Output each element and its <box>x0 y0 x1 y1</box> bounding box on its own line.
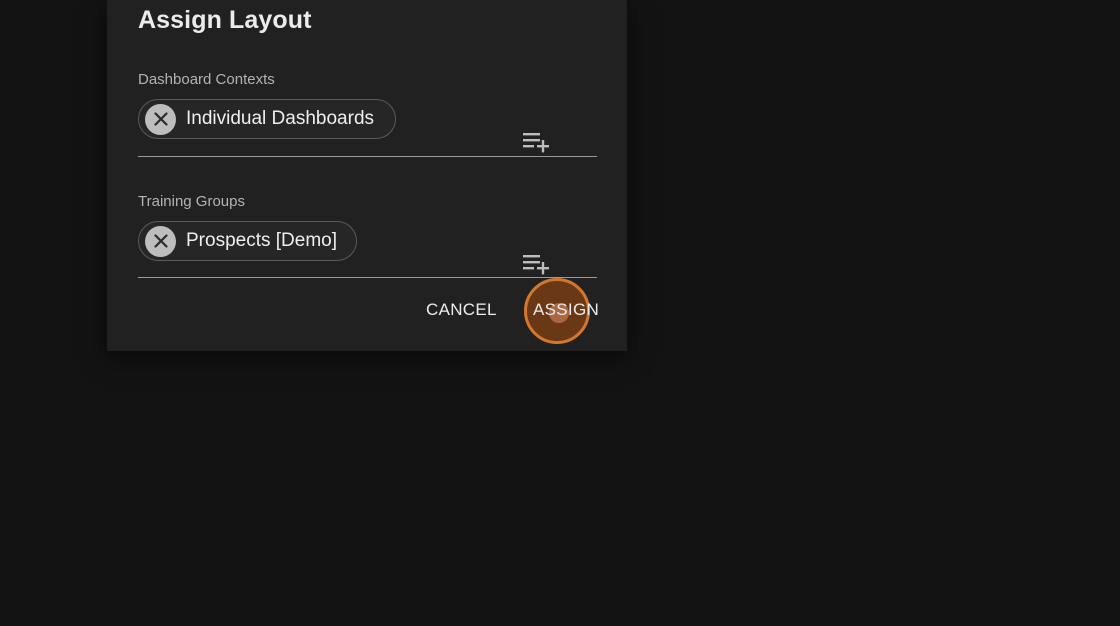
playlist-add-icon[interactable] <box>522 130 552 154</box>
chip-individual-dashboards[interactable]: Individual Dashboards <box>138 99 396 139</box>
training-groups-underline <box>138 277 597 278</box>
dashboard-contexts-underline <box>138 156 597 157</box>
cancel-button[interactable]: CANCEL <box>426 300 497 320</box>
dashboard-contexts-label: Dashboard Contexts <box>138 71 275 88</box>
chip-label: Individual Dashboards <box>186 108 375 129</box>
chip-prospects-demo[interactable]: Prospects [Demo] <box>138 221 357 261</box>
playlist-add-icon[interactable] <box>522 252 552 276</box>
close-icon[interactable] <box>145 103 176 135</box>
close-icon[interactable] <box>145 225 176 257</box>
assign-button[interactable]: ASSIGN <box>533 300 599 320</box>
dialog-title: Assign Layout <box>138 6 312 34</box>
chip-label: Prospects [Demo] <box>186 230 337 251</box>
training-groups-label: Training Groups <box>138 193 245 210</box>
